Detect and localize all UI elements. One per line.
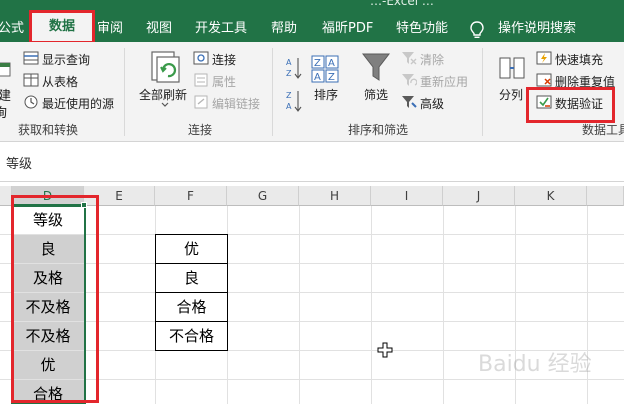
column-header-g[interactable]: G [227,186,299,206]
cell-f[interactable]: 优 [155,234,228,264]
ribbon-tab-bar: …-Excel … 公式 数据 审阅 视图 开发工具 帮助 福昕PDF 特色功能… [0,0,624,44]
gridline [371,206,372,404]
connections-icon [193,51,209,65]
from-table-button[interactable]: 从表格 [42,73,78,90]
group-label-connections: 连接 [188,123,213,137]
group-label-get-transform: 获取和转换 [18,123,79,137]
cell-f[interactable]: 不合格 [155,321,228,351]
gridline [299,206,300,404]
text-to-columns-icon [499,57,525,79]
remove-duplicates-icon [536,73,552,87]
group-label-data-tools: 数据工具 [582,123,624,137]
gridline [443,206,444,404]
cell-f[interactable]: 合格 [155,292,228,322]
svg-text:Z: Z [286,69,292,78]
column-header-f[interactable]: F [155,186,227,206]
column-header-j[interactable]: J [443,186,515,206]
tell-me-search[interactable]: 操作说明搜索 [498,20,576,42]
cell-cursor-icon [377,342,393,358]
column-header-l[interactable] [587,186,624,206]
sort-ascending-icon[interactable]: A Z [286,56,302,80]
tab-special-features[interactable]: 特色功能 [396,20,448,42]
svg-text:A: A [328,58,335,69]
svg-text:Z: Z [328,72,335,83]
tab-data[interactable]: 数据 [29,10,95,44]
column-header-i[interactable]: I [371,186,443,206]
clear-filter-icon [402,52,417,65]
recent-sources-icon [24,95,38,109]
svg-text:Z: Z [314,58,321,69]
tab-help[interactable]: 帮助 [271,20,297,42]
watermark: Baidu 经验 [478,352,592,377]
group-separator [482,48,483,136]
svg-text:A: A [314,72,321,83]
edit-links-button[interactable]: 编辑链接 [212,95,260,112]
refresh-all-icon [151,51,180,83]
tab-formulas[interactable]: 公式 [0,20,24,42]
chevron-down-icon[interactable] [161,102,169,108]
formula-bar[interactable]: 等级 [0,142,624,182]
sort-icon: Z A A Z [311,55,339,83]
formula-bar-value: 等级 [6,157,33,172]
properties-button[interactable]: 属性 [212,73,236,90]
column-header-h[interactable]: H [299,186,371,206]
tab-developer[interactable]: 开发工具 [195,20,247,42]
group-label-sort-filter: 排序和筛选 [348,123,409,137]
tab-view[interactable]: 视图 [146,20,172,42]
edit-links-icon [194,95,208,109]
split-column-button[interactable]: 分列 [499,86,523,103]
connections-button[interactable]: 连接 [212,51,236,68]
column-header-k[interactable]: K [515,186,587,206]
tab-foxit-pdf[interactable]: 福昕PDF [322,20,373,42]
filter-button[interactable]: 筛选 [364,86,388,103]
svg-text:A: A [286,102,292,111]
group-separator [272,48,273,136]
show-queries-icon [23,51,39,65]
filter-icon [361,53,391,81]
flash-fill-icon [536,51,552,65]
new-query-icon [0,62,11,77]
new-query-button-caption: 询 [0,106,8,121]
sort-button[interactable]: 排序 [314,86,338,103]
advanced-button[interactable]: 高级 [420,95,444,112]
sort-descending-icon[interactable]: Z A [286,89,302,113]
window-title: …-Excel … [370,0,434,8]
group-separator [124,48,125,136]
svg-text:A: A [286,58,292,67]
clear-button[interactable]: 清除 [420,51,444,68]
reapply-button[interactable]: 重新应用 [420,73,468,90]
flash-fill-button[interactable]: 快速填充 [555,51,603,68]
refresh-all-button[interactable]: 全部刷新 [139,86,187,103]
reapply-icon [402,74,417,86]
highlight-column-d [11,195,99,403]
svg-text:Z: Z [286,91,292,100]
highlight-data-validation [526,87,615,123]
from-table-icon [23,73,39,87]
properties-icon [194,73,208,87]
advanced-filter-icon [402,96,417,108]
cell-f[interactable]: 良 [155,263,228,293]
tab-review[interactable]: 审阅 [97,20,123,42]
show-queries-button[interactable]: 显示查询 [42,51,90,68]
recent-sources-button[interactable]: 最近使用的源 [42,95,114,112]
lightbulb-icon [470,21,484,38]
